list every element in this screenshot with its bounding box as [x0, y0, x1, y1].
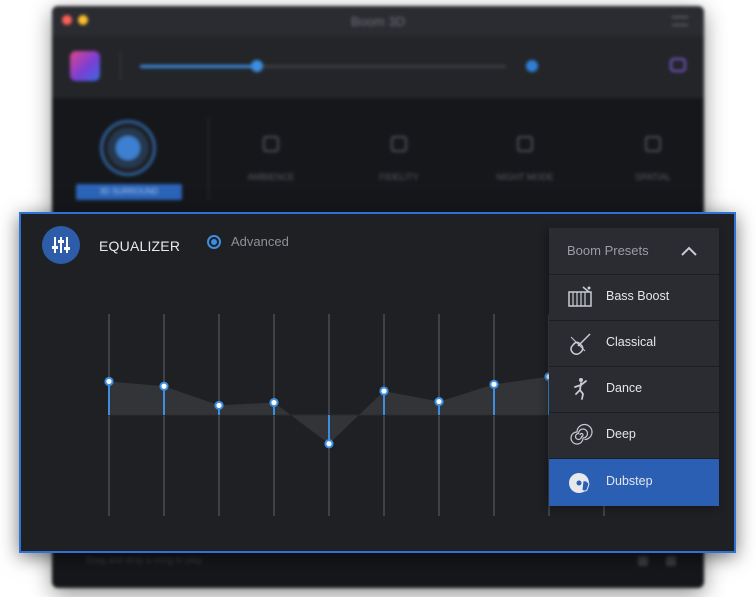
eq-band-handle[interactable] — [159, 381, 169, 391]
night-mode-icon — [517, 136, 533, 152]
dancer-icon — [574, 378, 587, 400]
effect-label: AMBIENCE — [247, 172, 295, 182]
drop-hint-text: Drag and drop a song to play — [86, 555, 203, 565]
effect-label: NIGHT MODE — [496, 172, 554, 182]
advanced-radio-toggle[interactable]: Advanced — [207, 234, 289, 249]
eq-curve-area — [109, 376, 604, 444]
effect-spatial[interactable]: SPATIAL — [608, 136, 698, 182]
preset-label: Classical — [606, 335, 657, 349]
equalizer-title: EQUALIZER — [99, 238, 181, 254]
advanced-label: Advanced — [231, 234, 289, 249]
volume-slider-thumb[interactable] — [251, 60, 264, 72]
settings-icon[interactable] — [666, 556, 676, 566]
preset-label: Dubstep — [606, 474, 653, 488]
window-title: Boom 3D — [350, 14, 406, 29]
effect-night-mode[interactable]: NIGHT MODE — [480, 136, 570, 182]
spiral-icon — [570, 423, 593, 445]
surround-mode-button[interactable]: 3D SURROUND — [76, 184, 182, 200]
violin-icon — [570, 333, 591, 355]
effects-divider — [208, 118, 209, 200]
preset-label: Bass Boost — [606, 289, 670, 303]
presets-title: Boom Presets — [567, 243, 649, 258]
spatial-icon — [645, 136, 661, 152]
boost-dot-icon[interactable] — [526, 60, 538, 72]
toolbar-divider — [120, 52, 121, 80]
advanced-radio-button[interactable] — [207, 234, 221, 249]
equalizer-panel: EQUALIZER Advanced Boom Presets Bass Boo… — [19, 212, 736, 553]
eq-band-handle[interactable] — [489, 379, 499, 389]
fidelity-icon — [391, 136, 407, 152]
volume-slider-fill — [140, 65, 258, 68]
effect-label: SPATIAL — [635, 172, 671, 182]
presets-dropdown: Boom Presets Bass Boost Classical Dance … — [549, 228, 719, 506]
volume-slider[interactable] — [140, 60, 506, 72]
effects-panel: 3D SURROUND AMBIENCE FIDELITY NIGHT MODE… — [52, 98, 704, 216]
radio-selected-dot — [211, 238, 217, 245]
preset-item-classical[interactable]: Classical — [549, 320, 719, 365]
chevron-up-icon[interactable] — [681, 246, 697, 256]
dj-disc-icon — [569, 473, 590, 493]
volume-toolbar — [52, 36, 704, 98]
eq-band-handle[interactable] — [324, 439, 334, 449]
drum-icon — [568, 286, 592, 307]
equalizer-icon-button[interactable] — [42, 226, 80, 264]
playlist-icon[interactable] — [638, 556, 648, 566]
ambience-icon — [263, 136, 279, 152]
sliders-icon — [52, 237, 70, 253]
effect-fidelity[interactable]: FIDELITY — [354, 136, 444, 182]
effect-label: FIDELITY — [379, 172, 419, 182]
preset-label: Dance — [606, 381, 643, 395]
menu-icon[interactable] — [672, 16, 688, 26]
preset-item-deep[interactable]: Deep — [549, 412, 719, 457]
eq-band-handle[interactable] — [379, 386, 389, 396]
preset-label: Deep — [606, 427, 636, 441]
title-bar: Boom 3D — [52, 6, 704, 36]
preset-item-dance[interactable]: Dance — [549, 366, 719, 411]
preset-item-dubstep[interactable]: Dubstep — [549, 458, 719, 506]
eq-band-handle[interactable] — [214, 400, 224, 411]
effect-ambience[interactable]: AMBIENCE — [226, 136, 316, 182]
eq-band-handle[interactable] — [434, 396, 444, 407]
eq-band-handle[interactable] — [104, 376, 114, 387]
eq-band-handle[interactable] — [269, 397, 279, 408]
surround-knob[interactable] — [100, 120, 156, 176]
preset-item-bass-boost[interactable]: Bass Boost — [549, 274, 719, 319]
output-device-icon[interactable] — [670, 58, 686, 72]
boom-logo-icon — [70, 51, 100, 81]
presets-dropdown-header[interactable]: Boom Presets — [549, 228, 719, 274]
